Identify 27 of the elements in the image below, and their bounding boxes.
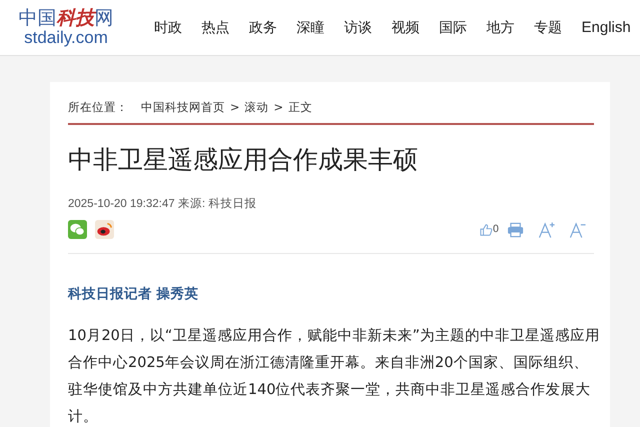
font-decrease-icon[interactable]	[569, 220, 586, 238]
chat-bubbles-icon[interactable]	[68, 220, 87, 239]
nav-link[interactable]: 地方	[486, 18, 534, 36]
printer-icon[interactable]	[507, 222, 524, 238]
nav-link[interactable]: 时政	[154, 18, 202, 36]
article-paragraph: 10月20日，以“卫星遥感应用合作，赋能中非新未来”为主题的中非卫星遥感应用合作中心2025年会议周在浙江德清隆重开幕。来自非洲20个国家、国际组织、驻华使馆及中方共建单位近140位代表齐聚一堂，共商中非卫星遥感合作发展大计。	[68, 326, 600, 427]
article-meta: 2025-10-20 19:32:47 来源: 科技日报	[68, 196, 258, 211]
nav-link[interactable]: English	[582, 18, 631, 36]
font-increase-icon[interactable]	[538, 220, 555, 238]
nav-link[interactable]: 国际	[439, 18, 486, 36]
byline: 科技日报记者 操秀英	[68, 285, 200, 303]
breadcrumb-label: 所在位置：	[68, 100, 128, 114]
like-button[interactable]: 0	[478, 222, 499, 236]
nav-link[interactable]: 政务	[249, 18, 296, 36]
article-title: 中非卫星遥感应用合作成果丰硕	[68, 144, 419, 176]
site-logo[interactable]: 中国科技网 stdaily.com	[20, 9, 112, 46]
breadcrumb-link[interactable]: 滚动	[244, 100, 269, 114]
nav-link[interactable]: 访谈	[344, 18, 392, 36]
breadcrumb-separator: >	[230, 100, 240, 114]
nav-link[interactable]: 热点	[202, 18, 249, 36]
nav-link[interactable]: 视频	[392, 18, 439, 36]
breadcrumb-link[interactable]: 中国科技网首页	[141, 100, 225, 114]
nav-link[interactable]: 深瞳	[296, 18, 344, 36]
nav-link[interactable]: 专题	[534, 18, 582, 36]
breadcrumb-separator: >	[274, 100, 284, 114]
breadcrumb-link[interactable]: 正文	[288, 100, 312, 114]
eye-logo-icon[interactable]	[95, 220, 114, 239]
